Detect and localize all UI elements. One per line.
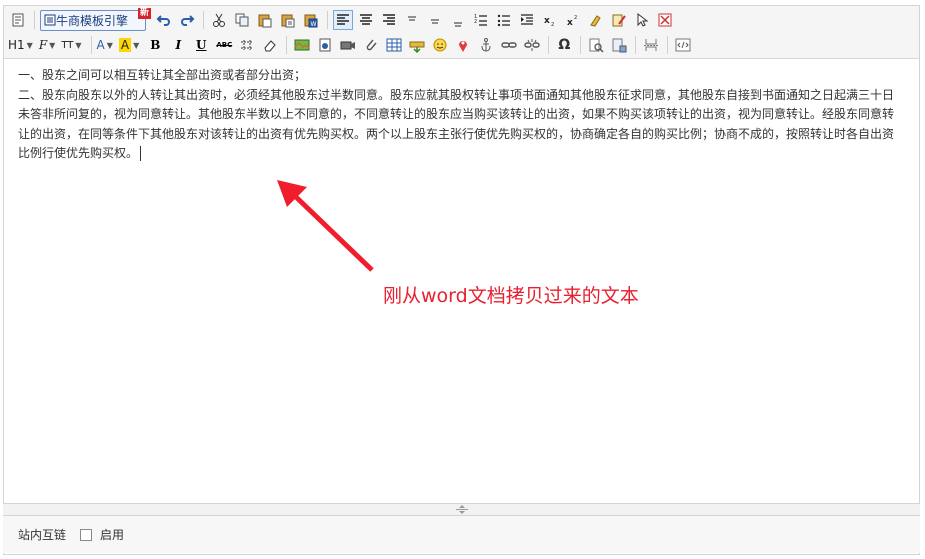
editor-bottom: 站内互链 启用 xyxy=(3,503,920,555)
editor-footer: 站内互链 启用 xyxy=(3,516,920,553)
enable-label: 启用 xyxy=(100,528,125,542)
resize-handle[interactable] xyxy=(3,503,920,516)
annotation-arrow xyxy=(277,180,374,272)
internal-link-label: 站内互链 xyxy=(18,528,67,542)
resize-handle-icon xyxy=(455,505,468,514)
annotation-text: 刚从word文档拷贝过来的文本 xyxy=(383,285,639,307)
enable-checkbox[interactable] xyxy=(80,528,93,541)
